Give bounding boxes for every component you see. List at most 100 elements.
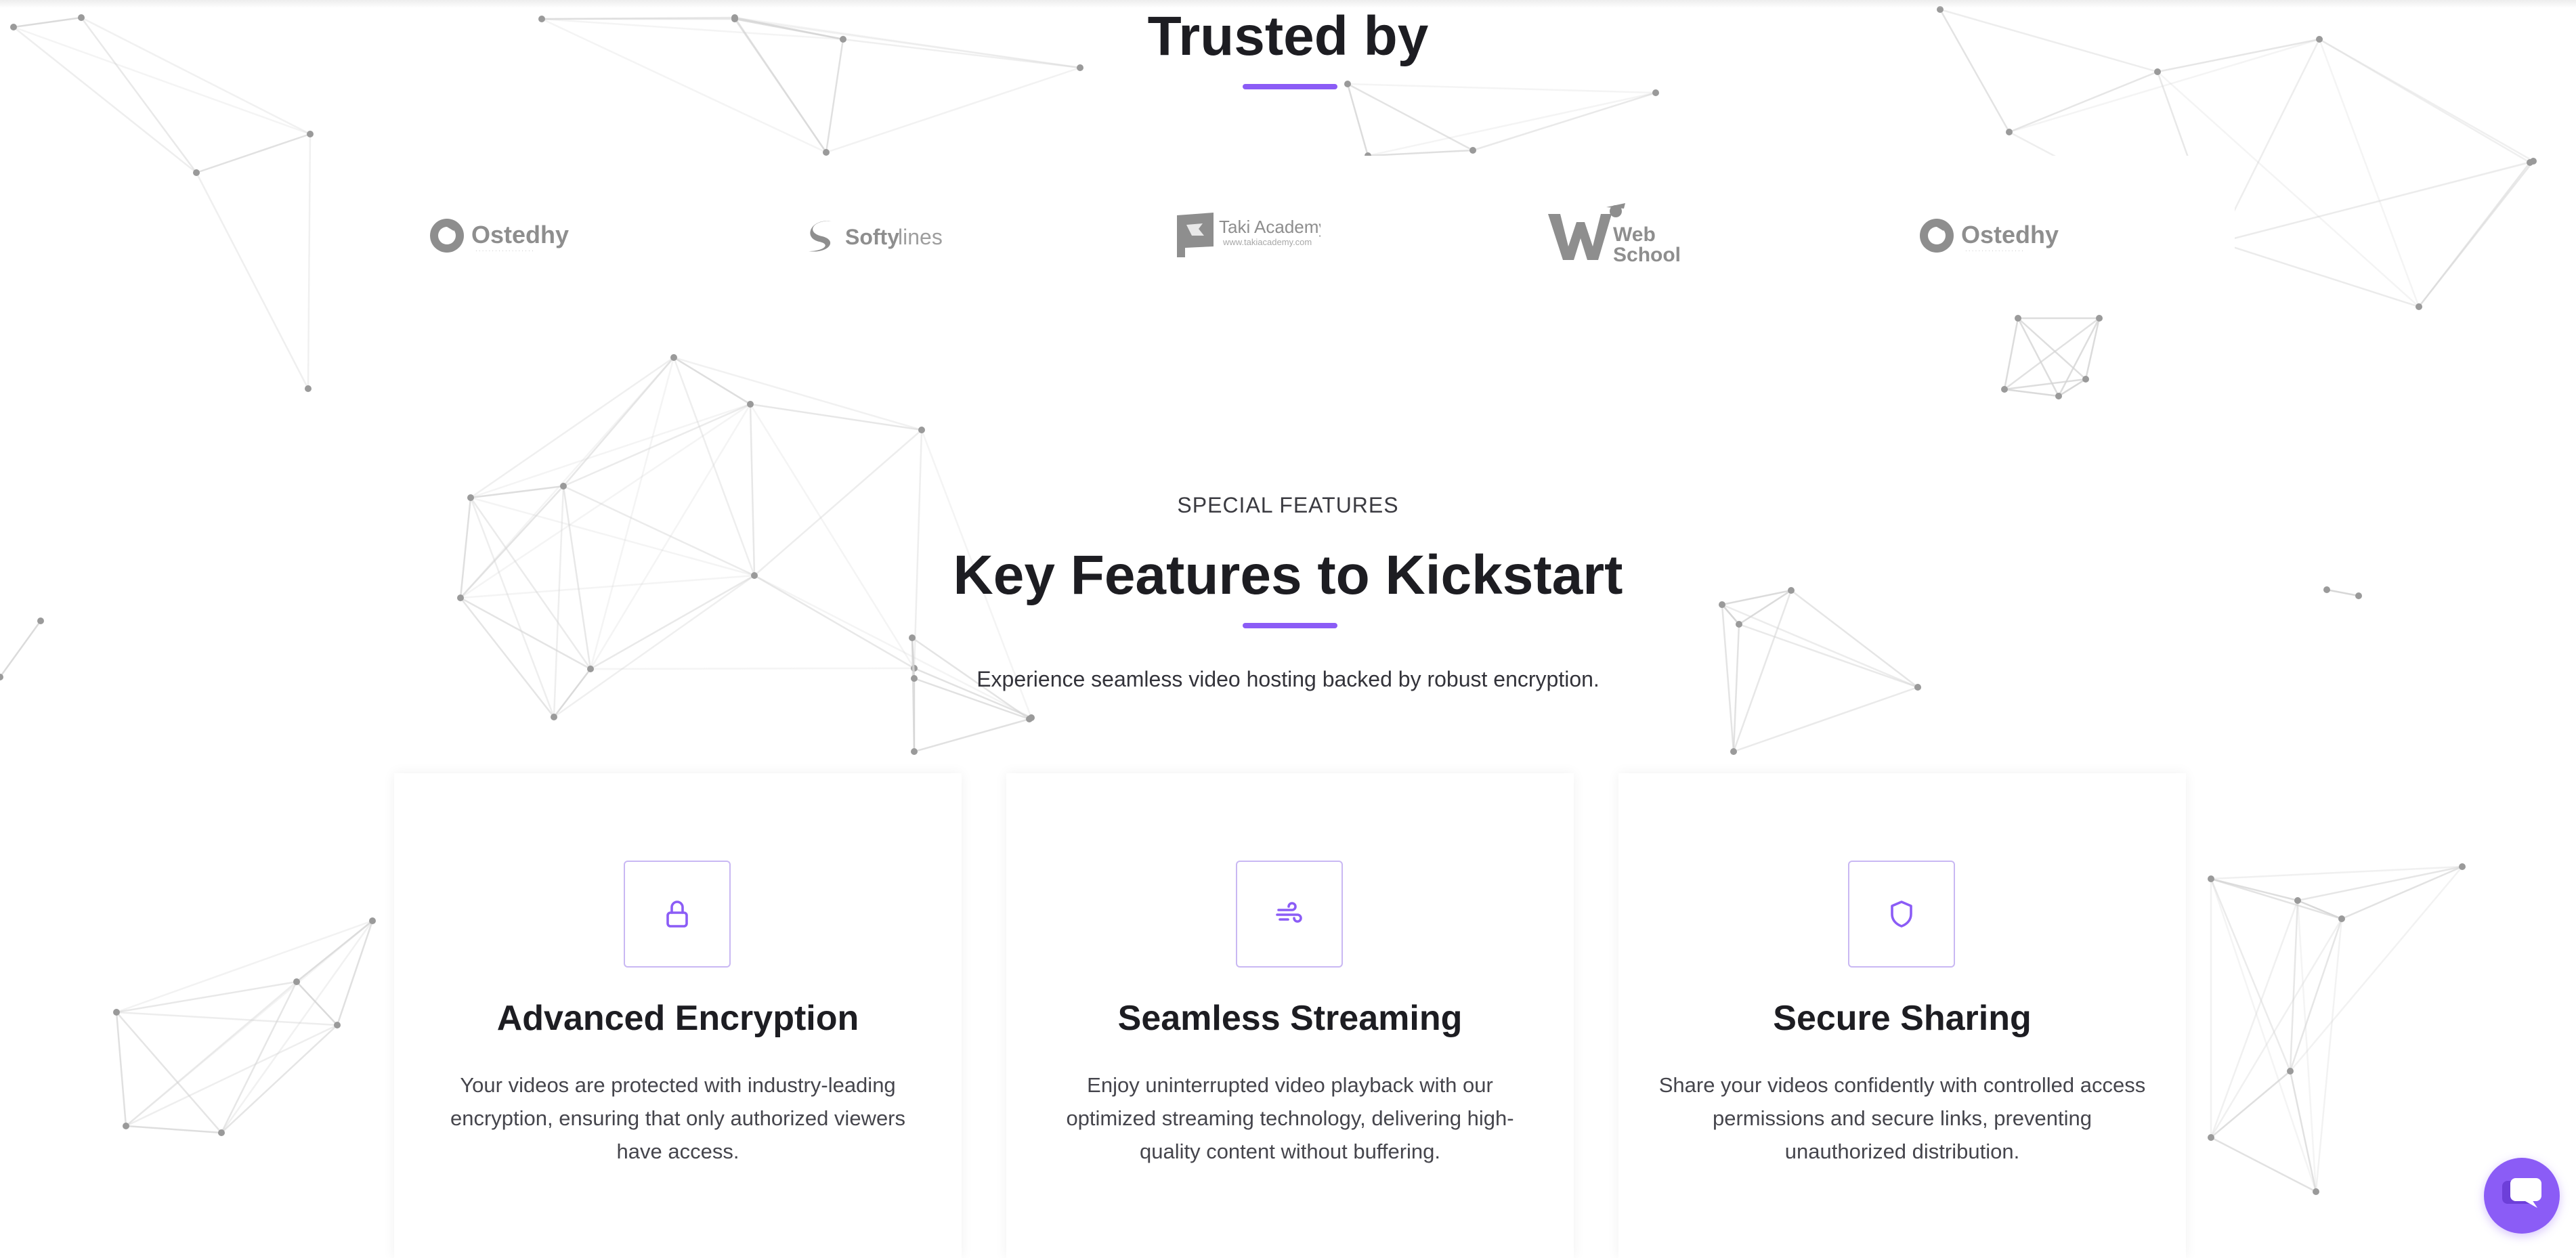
features-title: Key Features to Kickstart bbox=[953, 544, 1623, 606]
network-line bbox=[2210, 877, 2342, 920]
softylines-logo-icon: Softy lines bbox=[809, 220, 943, 252]
network-node bbox=[1026, 716, 1033, 722]
features-title-underline bbox=[1243, 623, 1337, 628]
network-node bbox=[218, 1129, 225, 1136]
network-node bbox=[37, 617, 44, 624]
network-line bbox=[220, 981, 298, 1133]
network-node bbox=[334, 1022, 341, 1028]
network-node bbox=[305, 385, 312, 392]
network-line bbox=[673, 356, 922, 431]
network-line bbox=[2003, 318, 2019, 390]
svg-text:Ostedhy: Ostedhy bbox=[1961, 221, 2059, 248]
network-node bbox=[909, 634, 916, 641]
feature-card-title: Secure Sharing bbox=[1773, 999, 2032, 1038]
network-node bbox=[1652, 89, 1659, 96]
network-node bbox=[293, 978, 300, 985]
network-node bbox=[2001, 386, 2008, 393]
ostedhy-logo-icon: Ostedhy · · · · · · · · · · · · · · · · … bbox=[430, 218, 569, 254]
svg-text:· · · · · · · · · · · · · · ·: · · · · · · · · · · · · · · · · · · bbox=[1965, 248, 2023, 254]
network-node bbox=[2527, 159, 2533, 166]
feature-card-text: Your videos are protected with industry-… bbox=[450, 1073, 906, 1163]
network-line bbox=[1346, 83, 1369, 156]
network-line bbox=[2297, 899, 2342, 920]
network-node bbox=[560, 483, 567, 490]
network-line bbox=[2057, 318, 2101, 397]
network-line bbox=[2210, 878, 2292, 1072]
svg-text:Web: Web bbox=[1613, 223, 1656, 246]
taki-academy-logo-icon: Taki Academy www.takiacademy.com bbox=[1177, 212, 1321, 257]
partner-logo-web-school: Web School bbox=[1476, 156, 1761, 315]
network-node bbox=[2287, 1068, 2294, 1075]
network-line bbox=[2289, 900, 2299, 1072]
chat-widget-button[interactable] bbox=[2484, 1158, 2560, 1234]
svg-text:· · · · · · · · · · · · · · ·: · · · · · · · · · · · · · · · · · · bbox=[475, 248, 534, 254]
features-kicker: SPECIAL FEATURES bbox=[1177, 493, 1399, 517]
network-line bbox=[195, 172, 309, 389]
web-school-logo-icon: Web School bbox=[1548, 202, 1681, 266]
network-node bbox=[2015, 315, 2021, 322]
network-node bbox=[369, 917, 376, 924]
network-node bbox=[2459, 863, 2466, 870]
network-node bbox=[911, 748, 918, 755]
ostedhy-logo-icon: Ostedhy · · · · · · · · · · · · · · · · … bbox=[1920, 218, 2059, 254]
network-line bbox=[1733, 686, 1918, 753]
network-node bbox=[2208, 1134, 2214, 1141]
network-line bbox=[673, 356, 751, 406]
svg-text:www.takiacademy.com: www.takiacademy.com bbox=[1222, 237, 1312, 247]
network-node bbox=[551, 714, 557, 720]
svg-text:Taki Academy: Taki Academy bbox=[1219, 217, 1321, 237]
feature-card-text: Share your videos confidently with contr… bbox=[1658, 1073, 2146, 1163]
network-line bbox=[2418, 162, 2531, 307]
network-line bbox=[196, 133, 311, 174]
feature-card-sharing: Secure Sharing Share your videos confide… bbox=[1618, 773, 2186, 1258]
network-line bbox=[2017, 318, 2086, 380]
network-node bbox=[113, 1009, 120, 1016]
feature-card-encryption: Advanced Encryption Your videos are prot… bbox=[394, 773, 962, 1258]
network-node bbox=[1730, 748, 1737, 755]
network-line bbox=[116, 1012, 222, 1133]
network-line bbox=[2004, 388, 2059, 397]
network-node bbox=[307, 131, 314, 137]
trusted-title-underline bbox=[1243, 84, 1337, 89]
network-node bbox=[2416, 303, 2422, 310]
network-line bbox=[2341, 865, 2463, 920]
features-subtitle: Experience seamless video hosting backed… bbox=[976, 667, 1600, 691]
network-node bbox=[670, 354, 677, 361]
network-node bbox=[823, 149, 830, 156]
network-line bbox=[2210, 865, 2463, 880]
network-line bbox=[2315, 918, 2343, 1192]
feature-icon-box bbox=[1236, 861, 1343, 968]
network-line bbox=[307, 133, 312, 389]
feature-card-text: Enjoy uninterrupted video playback with … bbox=[1066, 1073, 1514, 1163]
feature-card-title: Seamless Streaming bbox=[1117, 999, 1463, 1038]
feature-icon-box bbox=[624, 861, 731, 968]
network-node bbox=[2208, 875, 2214, 882]
network-line bbox=[116, 919, 373, 1014]
network-node bbox=[1344, 81, 1351, 87]
network-line bbox=[1347, 83, 1474, 152]
network-node bbox=[2338, 915, 2345, 922]
feature-card-streaming: Seamless Streaming Enjoy uninterrupted v… bbox=[1006, 773, 1574, 1258]
partner-logo-ostedhy: Ostedhy · · · · · · · · · · · · · · · · … bbox=[359, 156, 643, 315]
svg-text:lines: lines bbox=[898, 225, 943, 249]
svg-text:Ostedhy: Ostedhy bbox=[471, 221, 569, 248]
network-line bbox=[125, 1125, 222, 1134]
network-node bbox=[2096, 315, 2103, 322]
network-line bbox=[2218, 241, 2420, 308]
network-node bbox=[2294, 897, 2301, 904]
network-node bbox=[1736, 621, 1742, 628]
network-node bbox=[2006, 129, 2013, 135]
network-line bbox=[460, 597, 555, 718]
network-line bbox=[563, 403, 751, 487]
page: Trusted by Ostedhy · · · · · · · · · · ·… bbox=[0, 0, 2576, 1258]
partner-logo-taki-academy: Taki Academy www.takiacademy.com bbox=[1104, 156, 1388, 315]
feature-icon-box bbox=[1848, 861, 1955, 968]
network-line bbox=[1347, 83, 1656, 94]
network-node bbox=[2082, 376, 2089, 383]
chat-bubble-icon bbox=[2502, 1178, 2541, 1208]
partner-logo-strip: Ostedhy · · · · · · · · · · · · · · · · … bbox=[318, 156, 2235, 315]
network-node bbox=[918, 427, 925, 433]
network-line bbox=[2210, 918, 2343, 1138]
network-line bbox=[1472, 91, 1656, 152]
wind-icon bbox=[1276, 902, 1302, 923]
